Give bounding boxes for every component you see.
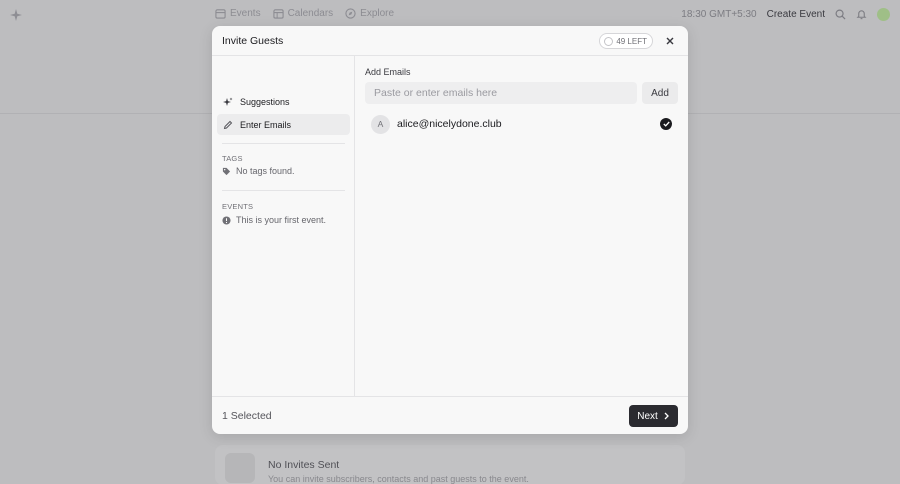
nav-item-label: Calendars	[287, 8, 334, 19]
sparkle-logo-icon[interactable]	[9, 8, 23, 22]
sidebar-divider	[222, 143, 345, 144]
invite-guests-modal: Invite Guests 49 LEFT Suggestions Enter …	[212, 26, 688, 434]
invite-sidebar: Suggestions Enter Emails TAGS No tags fo…	[212, 56, 355, 396]
info-icon	[222, 215, 231, 225]
email-list-item[interactable]: A alice@nicelydone.club	[365, 113, 678, 135]
chevron-right-icon	[664, 412, 669, 420]
add-button[interactable]: Add	[642, 82, 678, 104]
no-invites-subtitle: You can invite subscribers, contacts and…	[268, 474, 529, 484]
modal-header: Invite Guests 49 LEFT	[212, 26, 688, 56]
modal-footer: 1 Selected Next	[212, 396, 688, 434]
events-heading: EVENTS	[222, 202, 254, 211]
tags-empty-state: No tags found.	[222, 166, 295, 176]
compass-icon	[345, 8, 356, 19]
close-icon	[666, 37, 674, 45]
next-button[interactable]: Next	[629, 405, 678, 427]
user-avatar[interactable]	[877, 8, 890, 21]
checkmark-icon	[662, 121, 670, 127]
bell-icon	[856, 10, 867, 20]
modal-title: Invite Guests	[222, 35, 284, 47]
nav-item-label: Events	[230, 8, 261, 19]
invite-illustration-icon	[225, 453, 255, 483]
nav-item-label: Explore	[360, 8, 395, 19]
create-event-link[interactable]: Create Event	[767, 9, 825, 20]
sidebar-item-label: Suggestions	[240, 96, 290, 107]
search-icon	[835, 9, 846, 20]
current-time: 18:30 GMT+5:30	[681, 9, 757, 20]
pencil-icon	[223, 120, 233, 129]
search-button[interactable]	[835, 9, 846, 20]
sidebar-divider	[222, 190, 345, 191]
no-invites-title: No Invites Sent	[268, 459, 340, 471]
top-right-controls: 18:30 GMT+5:30 Create Event	[681, 8, 890, 21]
sidebar-item-suggestions[interactable]: Suggestions	[217, 91, 350, 112]
nav-item-events[interactable]: Events	[215, 8, 261, 19]
events-empty-text: This is your first event.	[236, 215, 327, 225]
no-invites-card: No Invites Sent You can invite subscribe…	[215, 445, 685, 484]
progress-ring-icon	[604, 36, 614, 46]
nav-links: Events Calendars Explore	[215, 8, 394, 19]
invites-left-label: 49 LEFT	[616, 36, 647, 46]
tags-heading: TAGS	[222, 154, 243, 163]
tags-empty-text: No tags found.	[236, 166, 295, 176]
email-address: alice@nicelydone.club	[397, 118, 502, 130]
nav-item-calendars[interactable]: Calendars	[272, 8, 334, 19]
close-button[interactable]	[664, 35, 676, 47]
tag-icon	[222, 167, 231, 175]
add-emails-label: Add Emails	[365, 67, 411, 77]
sidebar-item-label: Enter Emails	[240, 119, 292, 130]
selected-count: 1 Selected	[222, 410, 272, 422]
next-button-label: Next	[637, 410, 658, 422]
events-empty-state: This is your first event.	[222, 215, 326, 225]
email-input[interactable]	[365, 82, 637, 104]
sidebar-item-enter-emails[interactable]: Enter Emails	[217, 114, 350, 135]
email-avatar: A	[371, 114, 390, 134]
add-emails-panel: Add Emails Add A alice@nicelydone.club	[355, 56, 688, 396]
calendar-grid-icon	[272, 9, 284, 19]
selected-checkbox[interactable]	[660, 118, 672, 130]
nav-item-explore[interactable]: Explore	[345, 8, 394, 19]
invites-left-badge: 49 LEFT	[599, 33, 653, 49]
calendar-icon	[215, 9, 226, 19]
notifications-button[interactable]	[856, 9, 867, 20]
sparkle-icon	[223, 97, 233, 106]
